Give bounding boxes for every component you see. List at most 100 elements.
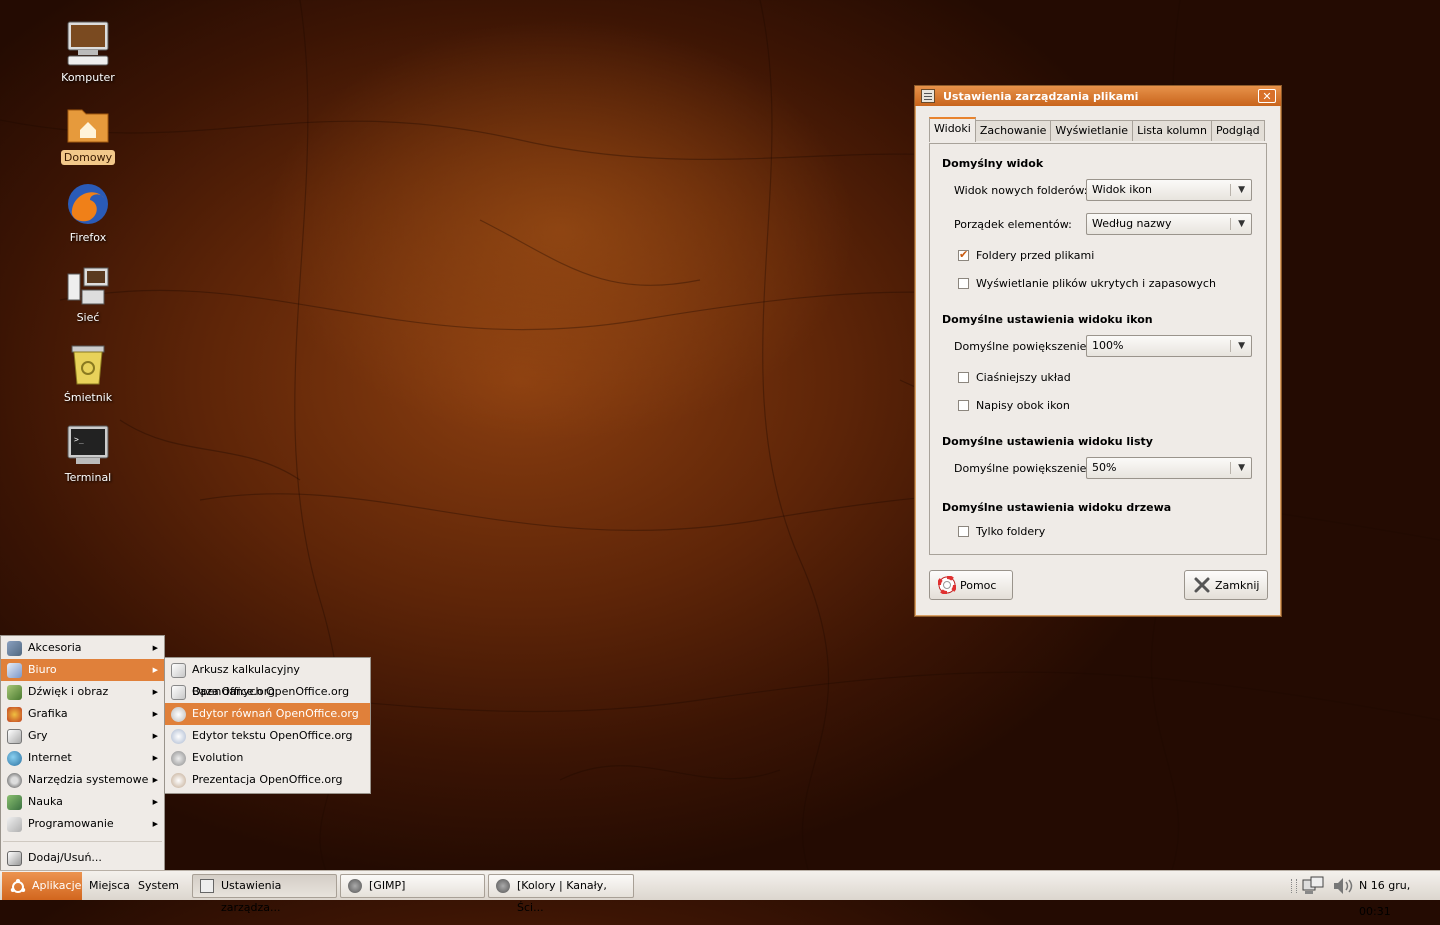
development-icon: [7, 817, 22, 832]
writer-icon: [171, 729, 186, 744]
network-status-icon[interactable]: [1302, 876, 1324, 896]
desktop-icon-label: Terminal: [64, 471, 112, 484]
office-icon: [7, 663, 22, 678]
window-icon: [921, 89, 935, 103]
menu-item-dzwiek-i-obraz[interactable]: Dźwięk i obraz ▶: [1, 681, 164, 703]
tab-podglad[interactable]: Podgląd: [1210, 120, 1265, 141]
database-icon: [171, 685, 186, 700]
places-menu-button[interactable]: Miejsca: [89, 873, 130, 899]
panel-handle: [1291, 879, 1297, 893]
menu-item-internet[interactable]: Internet ▶: [1, 747, 164, 769]
bottom-panel: Aplikacje Miejsca System Ustawienia zarz…: [0, 870, 1440, 918]
tab-lista-kolumn[interactable]: Lista kolumn: [1132, 120, 1212, 141]
close-icon[interactable]: ✕: [1258, 89, 1276, 103]
submenu-item-label: Edytor tekstu OpenOffice.org: [192, 729, 353, 742]
menu-item-label: Biuro: [28, 663, 57, 676]
submenu-arrow-icon: ▶: [152, 644, 158, 652]
menu-item-label: Narzędzia systemowe: [28, 773, 149, 786]
menu-item-label: Akcesoria: [28, 641, 82, 654]
science-icon: [7, 795, 22, 810]
submenu-arrow-icon: ▶: [152, 776, 158, 784]
menu-item-akcesoria[interactable]: Akcesoria ▶: [1, 637, 164, 659]
submenu-item-math[interactable]: Edytor równań OpenOffice.org: [165, 703, 370, 725]
svg-text:>_: >_: [74, 435, 84, 444]
submenu-item-evolution[interactable]: Evolution: [165, 747, 370, 769]
menu-item-label: Programowanie: [28, 817, 114, 830]
tab-bar: Widoki Zachowanie Wyświetlanie Lista kol…: [929, 117, 1265, 142]
show-hidden-checkbox[interactable]: [958, 278, 969, 289]
chevron-down-icon: ▼: [1238, 185, 1245, 195]
section-tree-view: Domyślne ustawienia widoku drzewa: [942, 501, 1172, 514]
menu-item-nauka[interactable]: Nauka ▶: [1, 791, 164, 813]
games-icon: [7, 729, 22, 744]
compact-layout-label: Ciaśniejszy układ: [976, 371, 1071, 384]
help-icon: [937, 575, 957, 595]
menu-item-label: Grafika: [28, 707, 68, 720]
desktop-icon-trash[interactable]: Śmietnik: [48, 340, 128, 405]
close-label: Zamknij: [1215, 578, 1260, 592]
new-folder-view-select[interactable]: Widok ikon ▼: [1086, 179, 1252, 201]
menu-item-gry[interactable]: Gry ▶: [1, 725, 164, 747]
task-label: Ustawienia zarządza...: [221, 879, 282, 914]
desktop-icon-label: Śmietnik: [63, 391, 113, 404]
ubuntu-logo-icon: [10, 878, 26, 894]
submenu-arrow-icon: ▶: [152, 732, 158, 740]
menu-item-biuro[interactable]: Biuro ▶: [1, 659, 164, 681]
desktop-icon-home[interactable]: Domowy: [48, 100, 128, 165]
system-menu-button[interactable]: System: [138, 873, 179, 899]
menu-item-label: Dźwięk i obraz: [28, 685, 109, 698]
dialog-titlebar[interactable]: Ustawienia zarządzania plikami ✕: [915, 86, 1281, 106]
folders-first-checkbox[interactable]: [958, 248, 969, 261]
section-icon-view: Domyślne ustawienia widoku ikon: [942, 313, 1153, 326]
help-button[interactable]: Pomoc: [929, 570, 1013, 600]
menu-item-grafika[interactable]: Grafika ▶: [1, 703, 164, 725]
task-gimp[interactable]: [GIMP]: [340, 874, 485, 898]
submenu-item-spreadsheet[interactable]: Arkusz kalkulacyjny OpenOffice.org: [165, 659, 370, 698]
list-zoom-select[interactable]: 50% ▼: [1086, 457, 1252, 479]
folders-only-checkbox[interactable]: [958, 526, 969, 537]
icon-zoom-select[interactable]: 100% ▼: [1086, 335, 1252, 357]
section-default-view: Domyślny widok: [942, 157, 1044, 170]
arrange-items-select[interactable]: Według nazwy ▼: [1086, 213, 1252, 235]
task-preferences[interactable]: Ustawienia zarządza...: [192, 874, 337, 914]
desktop-icon-network[interactable]: Sieć: [48, 260, 128, 325]
submenu-item-presentation[interactable]: Prezentacja OpenOffice.org: [165, 769, 370, 791]
menu-item-narzedzia-systemowe[interactable]: Narzędzia systemowe ▶: [1, 769, 164, 791]
menu-item-label: Nauka: [28, 795, 63, 808]
desktop-icon-terminal[interactable]: >_ Terminal: [48, 420, 128, 485]
close-button[interactable]: Zamknij: [1184, 570, 1268, 600]
submenu-item-label: Baza danych OpenOffice.org: [192, 685, 350, 698]
tab-wyswietlanie[interactable]: Wyświetlanie: [1050, 120, 1134, 141]
system-tools-icon: [7, 773, 22, 788]
section-list-view: Domyślne ustawienia widoku listy: [942, 435, 1153, 448]
spreadsheet-icon: [171, 663, 186, 678]
list-zoom-value: 50%: [1092, 461, 1117, 474]
gimp-icon: [348, 879, 362, 893]
chevron-down-icon: ▼: [1238, 219, 1245, 229]
submenu-item-database[interactable]: Baza danych OpenOffice.org: [165, 681, 370, 703]
chevron-down-icon: ▼: [1238, 341, 1245, 351]
views-panel: Domyślny widok Widok nowych folderów: Wi…: [929, 143, 1267, 555]
menu-item-dodaj-usun[interactable]: Dodaj/Usuń...: [1, 847, 164, 869]
evolution-icon: [171, 751, 186, 766]
close-x-icon: [1193, 576, 1211, 594]
presentation-icon: [171, 773, 186, 788]
compact-layout-checkbox[interactable]: [958, 372, 969, 383]
tab-widoki[interactable]: Widoki: [929, 117, 976, 142]
menu-item-programowanie[interactable]: Programowanie ▶: [1, 813, 164, 835]
volume-icon[interactable]: [1332, 876, 1354, 896]
menu-separator: [3, 841, 162, 842]
show-hidden-label: Wyświetlanie plików ukrytych i zapasowyc…: [976, 277, 1216, 290]
add-remove-icon: [7, 851, 22, 866]
submenu-item-writer[interactable]: Edytor tekstu OpenOffice.org: [165, 725, 370, 747]
submenu-arrow-icon: ▶: [152, 688, 158, 696]
applications-menu-button[interactable]: Aplikacje: [2, 872, 82, 900]
desktop-icon-firefox[interactable]: Firefox: [48, 180, 128, 245]
clock[interactable]: N 16 gru, 00:31: [1359, 873, 1440, 918]
desktop-icon-computer[interactable]: Komputer: [48, 20, 128, 85]
text-beside-icons-checkbox[interactable]: [958, 400, 969, 411]
office-submenu: Arkusz kalkulacyjny OpenOffice.org Baza …: [164, 657, 371, 794]
desktop-icon-label: Firefox: [69, 231, 107, 244]
task-gimp-colors[interactable]: [Kolory | Kanały, Ści...: [488, 874, 634, 914]
tab-zachowanie[interactable]: Zachowanie: [974, 120, 1052, 141]
